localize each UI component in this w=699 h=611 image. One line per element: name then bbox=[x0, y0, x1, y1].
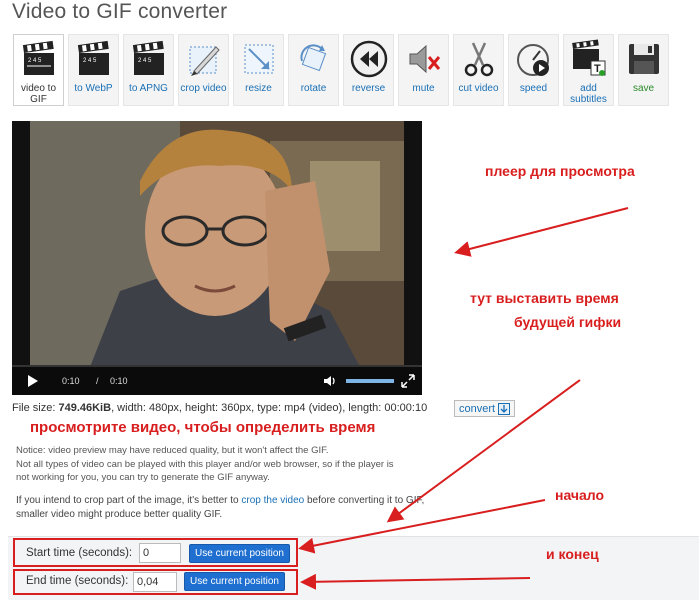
notice-line-2: Not all types of video can be played wit… bbox=[16, 459, 394, 470]
svg-text:2 4 5: 2 4 5 bbox=[83, 58, 97, 64]
convert-button[interactable]: convert bbox=[454, 400, 516, 417]
tool-video-to-gif[interactable]: 2 4 5 video to GIF bbox=[13, 34, 64, 106]
subtitles-icon: T bbox=[571, 39, 605, 76]
tool-label: save bbox=[632, 83, 655, 94]
tool-label: video to GIF bbox=[20, 83, 57, 105]
clapperboard-icon: 2 4 5 bbox=[77, 40, 109, 75]
tool-speed[interactable]: speed bbox=[508, 34, 559, 106]
annotation-watch: просмотрите видео, чтобы определить врем… bbox=[30, 419, 376, 436]
svg-text:2 4 5: 2 4 5 bbox=[138, 58, 152, 64]
video-player[interactable]: 0:10 / 0:10 bbox=[12, 121, 422, 395]
notice-line-1: Notice: video preview may have reduced q… bbox=[16, 445, 329, 456]
notice-line-3: not working for you, you can try to gene… bbox=[16, 472, 270, 483]
file-details: , width: 480px, height: 360px, type: mp4… bbox=[111, 402, 428, 414]
tool-add-subtitles[interactable]: T add subtitles bbox=[563, 34, 614, 106]
crop-hint-before: If you intend to crop part of the image,… bbox=[16, 495, 242, 506]
tool-label: to WebP bbox=[74, 83, 113, 94]
start-time-label: Start time (seconds): bbox=[26, 547, 133, 559]
video-still-image bbox=[30, 121, 404, 367]
video-frame[interactable] bbox=[30, 121, 404, 367]
tool-label: resize bbox=[245, 83, 272, 94]
tool-crop-video[interactable]: crop video bbox=[178, 34, 229, 106]
tool-save[interactable]: save bbox=[618, 34, 669, 106]
start-time-input[interactable] bbox=[139, 543, 181, 563]
mute-icon bbox=[409, 44, 440, 74]
reverse-icon bbox=[350, 40, 387, 78]
crop-hint: If you intend to crop part of the image,… bbox=[16, 494, 436, 522]
tool-rotate[interactable]: rotate bbox=[288, 34, 339, 106]
tool-label: crop video bbox=[180, 83, 227, 94]
duration: 0:10 bbox=[110, 376, 128, 386]
current-time: 0:10 bbox=[62, 376, 80, 386]
end-time-input[interactable] bbox=[133, 572, 177, 592]
svg-text:2 4 5: 2 4 5 bbox=[28, 58, 42, 64]
convert-label: convert bbox=[459, 402, 496, 415]
rotate-icon bbox=[299, 44, 326, 72]
tool-resize[interactable]: resize bbox=[233, 34, 284, 106]
volume-icon[interactable] bbox=[322, 373, 338, 389]
tool-label: reverse bbox=[351, 83, 386, 94]
arrow-to-player bbox=[454, 207, 629, 257]
page-title: Video to GIF converter bbox=[12, 0, 228, 23]
annotation-end: и конец bbox=[546, 546, 599, 562]
file-info-prefix: File size: bbox=[12, 402, 59, 414]
annotation-set-time-1: тут выставить время bbox=[470, 290, 619, 306]
tool-label: add subtitles bbox=[570, 83, 607, 105]
end-use-current-position-button[interactable]: Use current position bbox=[184, 572, 285, 591]
time-separator: / bbox=[96, 376, 99, 386]
tool-label: rotate bbox=[300, 83, 327, 94]
tool-label: to APNG bbox=[129, 83, 168, 94]
speed-icon bbox=[516, 44, 549, 76]
file-size: 749.46KiB bbox=[58, 402, 112, 414]
annotation-player: плеер для просмотра bbox=[485, 163, 635, 179]
save-icon bbox=[628, 44, 659, 74]
download-icon bbox=[498, 402, 511, 415]
annotation-start: начало bbox=[555, 487, 605, 503]
volume-slider[interactable] bbox=[346, 379, 394, 383]
tool-label: speed bbox=[519, 83, 548, 94]
player-controls: 0:10 / 0:10 bbox=[12, 367, 422, 395]
tool-to-apng[interactable]: 2 4 5 to APNG bbox=[123, 34, 174, 106]
tool-label: cut video bbox=[458, 83, 499, 94]
resize-icon bbox=[244, 44, 273, 74]
fullscreen-icon[interactable] bbox=[400, 373, 416, 389]
toolbar: 2 4 5 video to GIF 2 4 5 to WebP 2 4 5 t… bbox=[13, 34, 683, 108]
file-info: File size: 749.46KiB, width: 480px, heig… bbox=[12, 402, 427, 414]
tool-mute[interactable]: mute bbox=[398, 34, 449, 106]
tool-to-webp[interactable]: 2 4 5 to WebP bbox=[68, 34, 119, 106]
crop-video-link[interactable]: crop the video bbox=[241, 495, 304, 506]
tool-cut-video[interactable]: cut video bbox=[453, 34, 504, 106]
start-use-current-position-button[interactable]: Use current position bbox=[189, 544, 290, 563]
annotation-set-time-2: будущей гифки bbox=[514, 314, 622, 330]
tool-label: mute bbox=[412, 83, 435, 94]
tool-reverse[interactable]: reverse bbox=[343, 34, 394, 106]
clapperboard-icon: 2 4 5 bbox=[132, 40, 164, 75]
end-time-label: End time (seconds): bbox=[26, 575, 129, 587]
clapperboard-icon: 2 4 5 bbox=[22, 40, 54, 75]
scissors-icon bbox=[464, 42, 493, 77]
play-icon[interactable] bbox=[28, 375, 38, 387]
crop-icon bbox=[189, 46, 220, 76]
